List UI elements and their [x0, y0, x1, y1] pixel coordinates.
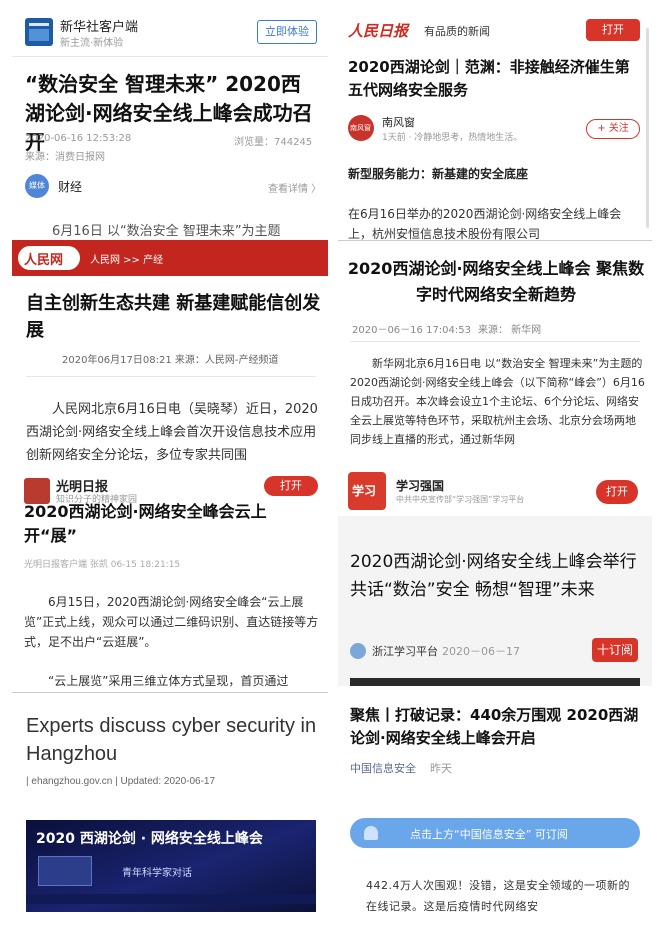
- guangming-headline: 2020西湖论剑·网络安全峰会云上开“展”: [24, 502, 267, 545]
- bell-icon: [364, 826, 378, 840]
- xinhuanet-headline: 2020西湖论剑·网络安全线上峰会 聚焦数字时代网络安全新趋势: [347, 259, 645, 304]
- xuexi-subscribe-button[interactable]: 十订阅: [592, 638, 638, 662]
- divider: [26, 376, 316, 377]
- view-detail-link[interactable]: 查看详情 〉: [268, 180, 321, 195]
- follow-button[interactable]: + 关注: [586, 119, 640, 139]
- xuexi-app-logo-text: 学习: [352, 484, 377, 498]
- xuexi-open-button[interactable]: 打开: [596, 480, 638, 504]
- channel-badge: 媒体: [25, 174, 49, 198]
- divider: [350, 341, 640, 342]
- divider: [12, 692, 328, 693]
- cis-body: 442.4万人次围观！没错，这是安全领域的一项新的在线记录。这是后疫情时代网络安: [366, 879, 630, 913]
- panel-xinhua: 新华社客户端 新主流·新体验 立即体验 “数治安全 智理未来” 2020西湖论剑…: [12, 8, 328, 240]
- subscribe-tip-banner[interactable]: 点击上方“中国信息安全” 可订阅: [350, 818, 640, 848]
- people-body: 人民网北京6月16日电（吴晓琴）近日，2020西湖论剑·网络安全线上峰会首次开设…: [26, 402, 318, 463]
- ehangzhou-meta: | ehangzhou.gov.cn | Updated: 2020-06-17: [26, 776, 216, 787]
- image-strip: [350, 678, 640, 686]
- cis-account[interactable]: 中国信息安全: [350, 760, 416, 776]
- xuexi-date: 2020－06－17: [442, 645, 520, 658]
- scrollbar[interactable]: [646, 28, 649, 228]
- peoples-daily-tagline: 有品质的新闻: [424, 25, 490, 38]
- people-header-bar: 人民网 人民网 >> 产经: [12, 240, 328, 276]
- xinhua-views: 浏览量：744245: [234, 137, 313, 148]
- banner-title: 2020 西湖论剑 · 网络安全线上峰会: [36, 831, 263, 847]
- channel-name[interactable]: 财经: [58, 178, 82, 195]
- xinhuanet-body: 新华网北京6月16日电 以“数治安全 智理未来”为主题的2020西湖论剑·网络安…: [350, 357, 645, 446]
- panel-cis: 聚焦丨打破记录：440余万围观 2020西湖论剑·网络安全线上峰会开启 中国信息…: [338, 686, 652, 918]
- panel-xuexi: 学习 学习强国 中共中央宣传部“学习强国”学习平台 打开 2020西湖论剑·网络…: [338, 466, 652, 686]
- banner-stage-bar: [26, 894, 316, 904]
- panel-ehangzhou: Experts discuss cyber security in Hangzh…: [12, 692, 328, 918]
- peoples-daily-logo: 人民日报: [348, 22, 409, 40]
- xuexi-app-name: 学习强国: [396, 479, 445, 493]
- xinhua-app-name: 新华社客户端: [60, 20, 139, 35]
- people-meta: 2020年06月17日08:21 来源：人民网-产经频道: [62, 355, 279, 366]
- forum-banner-image: 2020 西湖论剑 · 网络安全线上峰会 青年科学家对话: [26, 820, 316, 912]
- author-meta: 1天前 · 冷静地思考，热情地生活。: [382, 133, 523, 143]
- panel-xinhuanet: 2020西湖论剑·网络安全线上峰会 聚焦数字时代网络安全新趋势 2020－06－…: [338, 240, 652, 466]
- banner-screen: [38, 856, 92, 886]
- xinhua-source: 来源：消费日报网: [25, 152, 105, 163]
- xinhua-body-peek: 6月16日 以“数治安全 智理未来”为主题: [52, 224, 281, 239]
- xinhua-date: 2020-06-16 12:53:28: [25, 133, 132, 144]
- xinhua-open-button[interactable]: 立即体验: [257, 20, 317, 44]
- subscribe-tip-text: 点击上方“中国信息安全” 可订阅: [410, 828, 568, 841]
- ehangzhou-headline: Experts discuss cyber security in Hangzh…: [26, 715, 317, 765]
- xinhua-app-logo: [25, 18, 53, 46]
- author-name[interactable]: 南风窗: [382, 114, 415, 130]
- panel-peoples-daily: 人民日报 有品质的新闻 打开 2020西湖论剑｜范渊：非接触经济催生第五代网络安…: [338, 8, 652, 240]
- xinhuanet-source: 来源： 新华网: [478, 325, 542, 336]
- guangming-open-button[interactable]: 打开: [264, 476, 318, 496]
- cis-headline: 聚焦丨打破记录：440余万围观 2020西湖论剑·网络安全线上峰会开启: [350, 706, 639, 747]
- xuexi-headline: 2020西湖论剑·网络安全线上峰会举行 共话“数治”安全 畅想“智理”未来: [350, 552, 637, 600]
- cis-time: 昨天: [430, 762, 452, 775]
- banner-subtitle: 青年科学家对话: [122, 868, 192, 879]
- channel-icon: [350, 643, 366, 659]
- divider: [338, 240, 652, 241]
- panel-people: 人民网 人民网 >> 产经 自主创新生态共建 新基建赋能信创发展 2020年06…: [12, 240, 328, 472]
- peoples-daily-subhead: 新型服务能力：新基建的安全底座: [348, 167, 529, 181]
- guangming-para1: 6月15日，2020西湖论剑·网络安全峰会“云上展览”正式上线，观众可以通过二维…: [24, 595, 319, 649]
- guangming-meta: 光明日报客户端 张凯 06-15 18:21:15: [24, 560, 181, 570]
- peoples-daily-headline: 2020西湖论剑｜范渊：非接触经济催生第五代网络安全服务: [348, 58, 630, 99]
- xuexi-app-sub: 中共中央宣传部“学习强国”学习平台: [396, 495, 525, 504]
- guangming-para2: “云上展览”采用三维立体方式呈现，首页通过: [48, 674, 289, 688]
- people-logo-text: 人民网: [24, 253, 64, 268]
- xinhua-app-slogan: 新主流·新体验: [60, 38, 124, 49]
- xinhuanet-date: 2020－06－16 17:04:53: [352, 325, 471, 336]
- author-logo-text: 南风窗: [350, 124, 371, 132]
- divider: [12, 56, 328, 57]
- people-breadcrumb[interactable]: 人民网 >> 产经: [90, 251, 163, 266]
- peoples-daily-open-button[interactable]: 打开: [586, 19, 640, 41]
- peoples-daily-body: 在6月16日举办的2020西湖论剑·网络安全线上峰会上，杭州安恒信息技术股份有限…: [348, 207, 622, 240]
- people-headline: 自主创新生态共建 新基建赋能信创发展: [26, 293, 321, 341]
- xuexi-channel[interactable]: 浙江学习平台: [372, 643, 438, 659]
- panel-guangming: 光明日报 知识分子的精神家园 打开 2020西湖论剑·网络安全峰会云上开“展” …: [12, 472, 328, 690]
